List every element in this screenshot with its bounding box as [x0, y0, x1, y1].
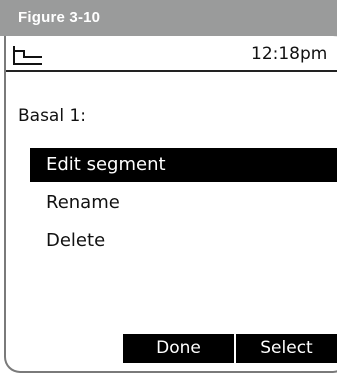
softkey-bar: Done Select [6, 334, 337, 363]
status-clock: 12:18pm [251, 44, 328, 64]
device-screen: 12:18pm Basal 1: Edit segment Rename Del… [6, 36, 337, 363]
figure-label: Figure 3-10 [18, 9, 101, 26]
figure-header: Figure 3-10 [0, 0, 337, 36]
menu-item-rename[interactable]: Rename [30, 186, 337, 220]
softkey-divider [234, 338, 236, 360]
screen-title: Basal 1: [18, 106, 87, 126]
done-button[interactable]: Done [123, 334, 234, 363]
menu-item-delete[interactable]: Delete [30, 224, 337, 258]
menu-item-edit-segment[interactable]: Edit segment [30, 148, 337, 182]
select-button[interactable]: Select [236, 334, 337, 363]
status-bar: 12:18pm [6, 36, 337, 72]
basal-program-icon [13, 46, 42, 65]
